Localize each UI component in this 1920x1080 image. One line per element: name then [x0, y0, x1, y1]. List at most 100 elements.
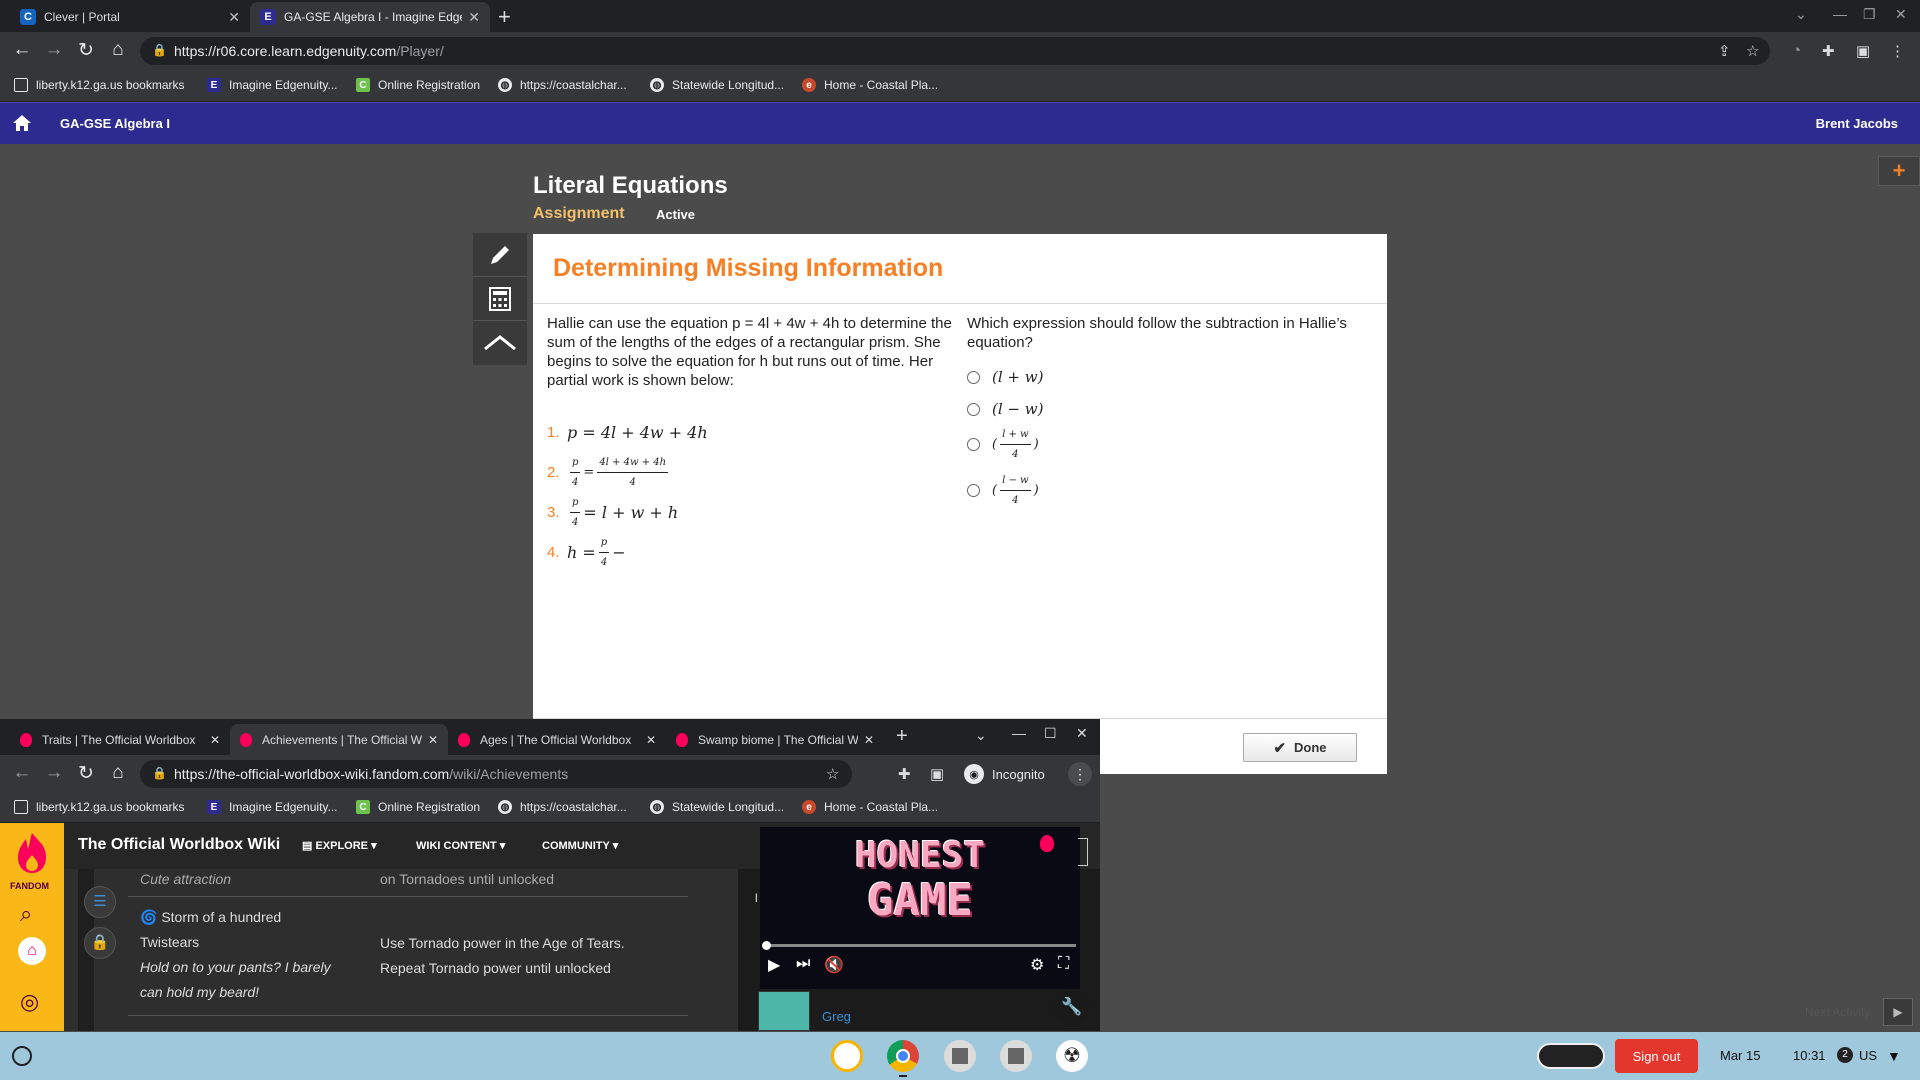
bookmark-item[interactable]: ◍ Statewide Longitud...	[650, 800, 784, 814]
bookmark-item[interactable]: e Home - Coastal Pla...	[802, 78, 938, 92]
notification-count-badge[interactable]: 2	[1837, 1047, 1853, 1063]
puzzle-extensions-icon[interactable]: ✚	[1822, 42, 1835, 60]
user-name[interactable]: Brent Jacobs	[1816, 116, 1898, 131]
account-avatars[interactable]	[1537, 1043, 1605, 1069]
bookmark-star-icon[interactable]: ☆	[826, 765, 839, 783]
reference-tool[interactable]	[473, 321, 527, 365]
video-progress-bar[interactable]	[764, 944, 1076, 947]
launcher-icon[interactable]	[12, 1046, 32, 1066]
answer-option[interactable]: (l + w)	[967, 362, 1367, 392]
close-icon[interactable]: ✕	[228, 9, 240, 26]
close-icon[interactable]: ✕	[864, 733, 874, 747]
settings-gear-icon[interactable]: ⚙	[1030, 955, 1044, 975]
share-icon[interactable]: ⇪	[1718, 42, 1731, 60]
back-arrow-icon[interactable]: ←	[10, 39, 34, 61]
app-icon[interactable]	[1000, 1040, 1032, 1072]
user-account-icon[interactable]: ◎	[20, 989, 39, 1015]
video-scrubber-handle[interactable]	[762, 941, 771, 950]
radio-button[interactable]	[967, 370, 980, 384]
home-icon[interactable]: ⌂	[106, 762, 130, 784]
address-bar[interactable]: 🔒 https://the-official-worldbox-wiki.fan…	[140, 760, 852, 788]
bookmark-star-icon[interactable]: ☆	[1746, 42, 1759, 60]
app-keep-icon[interactable]	[831, 1040, 863, 1072]
close-icon[interactable]: ✕	[646, 733, 656, 747]
close-window-icon[interactable]: ✕	[1076, 725, 1088, 742]
pencil-tool[interactable]	[473, 233, 527, 277]
bookmark-folder[interactable]: liberty.k12.ga.us bookmarks	[14, 800, 185, 814]
answer-option[interactable]: (l − w)	[967, 394, 1367, 424]
tab-search-chevron-icon[interactable]: ⌄	[1795, 6, 1807, 23]
video-player[interactable]: HONEST GAME ▶ ⏭ 🔇 ⚙ ⛶	[760, 827, 1080, 989]
radiation-app-icon[interactable]: ☢	[1056, 1040, 1088, 1072]
home-icon[interactable]: ⌂	[18, 937, 46, 965]
reload-icon[interactable]: ↻	[74, 39, 98, 62]
chrome-app-icon[interactable]	[887, 1040, 919, 1072]
wrench-icon[interactable]: 🔧	[1054, 989, 1090, 1025]
sign-out-button[interactable]: Sign out	[1615, 1039, 1698, 1073]
answer-option[interactable]: ( l − w4 )	[967, 464, 1367, 516]
bookmark-item[interactable]: E Imagine Edgenuity...	[207, 78, 338, 92]
minimize-icon[interactable]: —	[1012, 725, 1026, 741]
close-icon[interactable]: ✕	[210, 733, 220, 747]
incognito-badge[interactable]: ◉ Incognito	[960, 762, 1055, 786]
reload-icon[interactable]: ↻	[74, 762, 98, 785]
done-button[interactable]: ✔ Done	[1243, 733, 1357, 762]
close-icon[interactable]: ✕	[428, 733, 438, 747]
tab-clever[interactable]: C Clever | Portal ✕	[10, 2, 250, 32]
bookmark-item[interactable]: ◍ https://coastalchar...	[498, 800, 627, 814]
tab-achievements[interactable]: Achievements | The Official W ✕	[230, 724, 448, 755]
minimize-icon[interactable]: —	[1833, 6, 1847, 22]
play-icon[interactable]: ▶	[768, 955, 780, 975]
answer-option[interactable]: ( l + w4 )	[967, 426, 1367, 462]
search-icon[interactable]: ⌕	[20, 901, 32, 927]
close-icon[interactable]: ✕	[468, 9, 480, 26]
nav-wiki-content[interactable]: WIKI CONTENT ▾	[416, 839, 505, 852]
calculator-tool[interactable]	[473, 277, 527, 321]
tab-traits[interactable]: Traits | The Official Worldbox ✕	[10, 724, 230, 755]
locale[interactable]: US	[1859, 1048, 1877, 1063]
bookmark-item[interactable]: C Online Registration	[356, 800, 480, 814]
forward-arrow-icon[interactable]: →	[42, 762, 66, 784]
tab-swamp-biome[interactable]: Swamp biome | The Official W ✕	[666, 724, 884, 755]
user-avatar[interactable]	[758, 991, 810, 1031]
close-window-icon[interactable]: ✕	[1895, 6, 1907, 23]
next-activity-arrow-icon[interactable]: ▶	[1883, 998, 1913, 1026]
radio-button[interactable]	[967, 402, 980, 416]
menu-kebab-icon[interactable]: ⋮	[1890, 42, 1905, 60]
bookmark-item[interactable]: E Imagine Edgenuity...	[207, 800, 338, 814]
back-arrow-icon[interactable]: ←	[10, 762, 34, 784]
tab-ages[interactable]: Ages | The Official Worldbox ✕	[448, 724, 666, 755]
radio-button[interactable]	[967, 483, 980, 497]
restore-icon[interactable]: ❐	[1863, 6, 1876, 23]
side-panel-icon[interactable]: ▣	[930, 765, 944, 783]
side-panel-icon[interactable]: ▣	[1856, 42, 1870, 60]
fullscreen-icon[interactable]: ⛶	[1058, 955, 1069, 973]
new-tab-plus-icon[interactable]: +	[498, 4, 511, 30]
wifi-icon[interactable]: ▼	[1887, 1048, 1901, 1064]
home-icon[interactable]	[12, 114, 32, 132]
date[interactable]: Mar 15	[1720, 1048, 1760, 1063]
nav-explore[interactable]: ▤ EXPLORE ▾	[302, 839, 377, 852]
nav-community[interactable]: COMMUNITY ▾	[542, 839, 618, 852]
bookmark-item[interactable]: C Online Registration	[356, 78, 480, 92]
bookmark-item[interactable]: ◍ https://coastalchar...	[498, 78, 627, 92]
forward-arrow-icon[interactable]: →	[42, 39, 66, 61]
mute-icon[interactable]: 🔇	[824, 955, 844, 975]
tab-search-chevron-icon[interactable]: ⌄	[975, 727, 987, 744]
home-icon[interactable]: ⌂	[106, 39, 130, 61]
menu-kebab-icon[interactable]: ⋮	[1068, 762, 1092, 786]
clock[interactable]: 10:31	[1793, 1048, 1826, 1063]
table-of-contents-icon[interactable]: ☰	[84, 886, 116, 918]
app-icon[interactable]	[944, 1040, 976, 1072]
next-activity-label[interactable]: Next Activity	[1805, 1005, 1870, 1019]
new-tab-plus-icon[interactable]: +	[896, 725, 908, 748]
puzzle-extensions-icon[interactable]: ✚	[898, 765, 911, 783]
tab-edgenuity[interactable]: E GA-GSE Algebra I - Imagine Edge ✕	[250, 2, 490, 32]
sidebar-user-link[interactable]: Greg	[822, 1009, 851, 1024]
lock-icon[interactable]: 🔒	[84, 927, 116, 959]
course-title[interactable]: GA-GSE Algebra I	[60, 116, 170, 131]
extension-icon[interactable]: ◔	[1792, 42, 1801, 59]
bookmark-item[interactable]: ◍ Statewide Longitud...	[650, 78, 784, 92]
fandom-logo-icon[interactable]	[14, 831, 50, 875]
radio-button[interactable]	[967, 437, 980, 451]
